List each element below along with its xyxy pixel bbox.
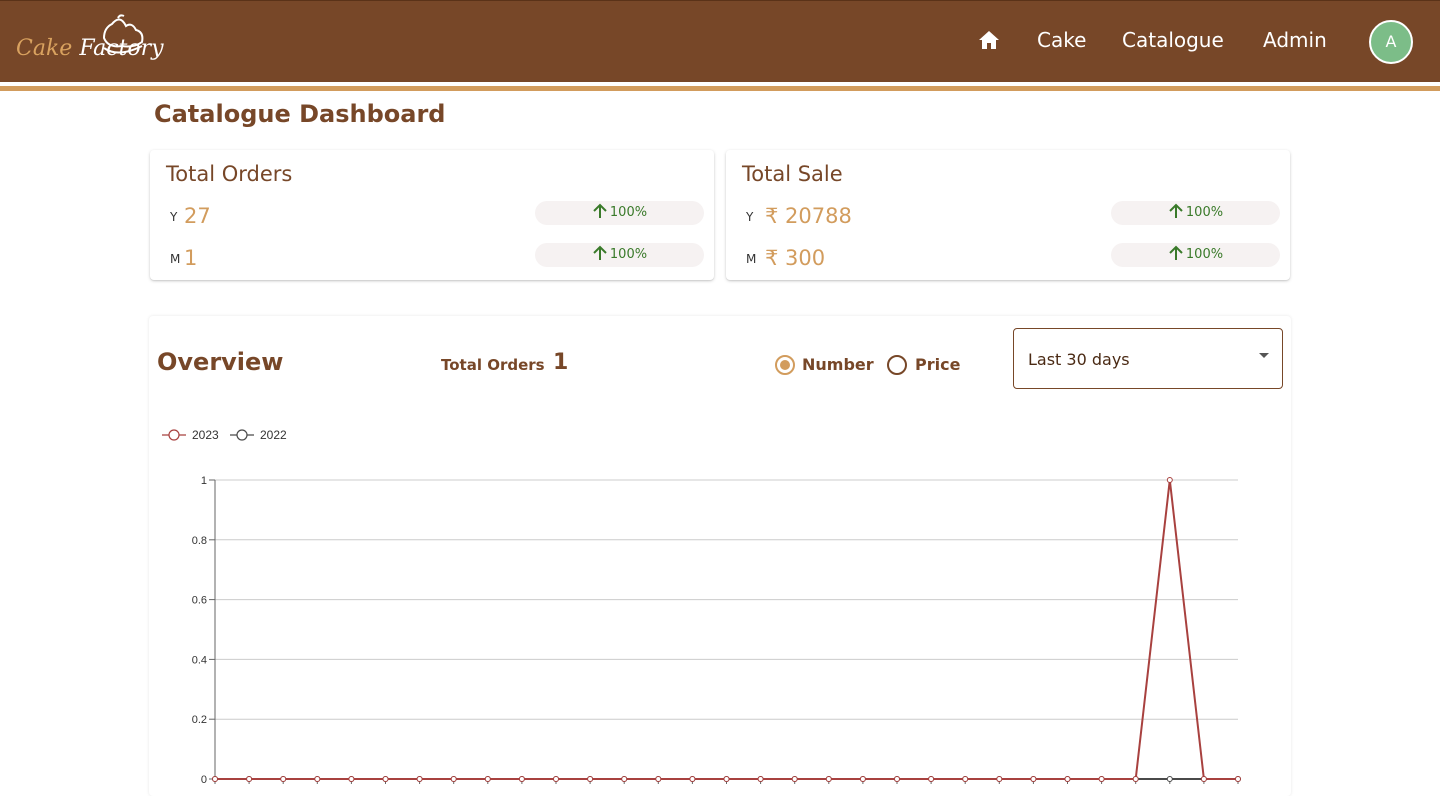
home-icon[interactable]: [978, 30, 1000, 50]
data-point-2023: [314, 776, 321, 782]
arrow-up-icon: [593, 245, 607, 260]
data-point-2023: [791, 776, 798, 782]
year-orders-value: 27: [184, 204, 211, 228]
logo-word-factory: Factory: [79, 36, 164, 61]
year-change-badge: 100%: [535, 201, 704, 225]
radio-price-label[interactable]: Price: [915, 355, 960, 374]
month-label: M: [746, 252, 757, 266]
overview-total-orders-label: Total Orders: [441, 356, 545, 374]
year-change-badge: 100%: [1111, 201, 1280, 225]
data-point-2023: [553, 776, 559, 782]
chart-axes: [214, 480, 1239, 784]
data-point-2023: [1235, 776, 1241, 782]
data-point-2023: [1098, 776, 1105, 782]
radio-number[interactable]: [775, 355, 795, 375]
data-point-2023: [280, 776, 287, 782]
data-point-2023: [382, 776, 389, 782]
year-change-value: 100%: [1185, 205, 1224, 220]
data-point-2023: [859, 776, 866, 782]
month-change-badge: 100%: [535, 243, 704, 267]
year-label: Y: [746, 210, 754, 224]
data-point-2023: [1064, 776, 1071, 782]
data-point-2023: [996, 776, 1003, 782]
y-tick-label: 0.2: [192, 714, 207, 726]
data-point-2023: [246, 776, 253, 782]
date-range-select[interactable]: Last 30 days: [1013, 328, 1283, 389]
dropdown-arrow-icon: [1259, 353, 1269, 358]
chart-grid: [215, 479, 1238, 780]
data-point-2023: [450, 776, 457, 782]
total-orders-card: Total Orders Y 27 100% M 1 100%: [150, 150, 714, 280]
legend-label: 2023: [192, 428, 219, 442]
month-label: M: [170, 252, 181, 266]
month-orders-value: 1: [184, 246, 198, 270]
data-point-2023: [484, 776, 491, 782]
data-point-2023: [962, 776, 969, 782]
radio-price[interactable]: [887, 355, 907, 375]
date-range-value: Last 30 days: [1028, 350, 1130, 369]
data-point-2023: [518, 776, 525, 782]
month-change-value: 100%: [609, 247, 648, 262]
data-point-2023: [621, 776, 628, 782]
data-point-2023: [1030, 776, 1037, 782]
data-point-2023: [655, 776, 662, 782]
data-point-2022: [1166, 776, 1173, 782]
data-point-2023: [723, 776, 730, 782]
overview-total-orders-value: 1: [553, 350, 569, 375]
overview-line-chart: 2023 2022 0 0.2 0.4 0.6 0.8 1: [162, 428, 1241, 785]
series-line-2023: [215, 479, 1238, 780]
chart-legend: 2023 2022: [162, 428, 287, 442]
y-tick-label: 0.6: [192, 595, 207, 607]
card-title: Total Orders: [166, 162, 293, 186]
nav-catalogue[interactable]: Catalogue: [1122, 28, 1224, 52]
month-change-value: 100%: [1185, 247, 1224, 262]
legend-marker: [168, 429, 180, 441]
radio-number-label[interactable]: Number: [802, 355, 874, 374]
arrow-up-icon: [1169, 245, 1183, 260]
data-point-2023: [1132, 776, 1139, 782]
y-tick-label: 1: [201, 475, 207, 487]
y-tick-label: 0.4: [192, 654, 207, 666]
top-navbar: [0, 0, 1440, 82]
month-sale-value: ₹ 300: [765, 246, 826, 270]
arrow-up-icon: [1169, 203, 1183, 218]
data-point-2023: [757, 776, 764, 782]
y-tick-label: 0: [201, 774, 207, 785]
data-point-2023: [1166, 477, 1173, 483]
card-title: Total Sale: [742, 162, 843, 186]
data-point-2023: [348, 776, 355, 782]
year-change-value: 100%: [609, 205, 648, 220]
overview-title: Overview: [157, 348, 284, 376]
legend-label: 2022: [260, 428, 287, 442]
month-change-badge: 100%: [1111, 243, 1280, 267]
user-avatar[interactable]: A: [1369, 20, 1413, 64]
nav-admin[interactable]: Admin: [1263, 28, 1327, 52]
logo-wordmark: Cake Factory: [16, 36, 164, 61]
y-tick-label: 0.8: [192, 535, 207, 547]
data-point-2023: [928, 776, 935, 782]
data-point-2023: [894, 776, 900, 782]
data-point-2023: [825, 776, 832, 782]
data-point-2023: [587, 776, 594, 782]
arrow-up-icon: [593, 203, 607, 218]
y-axis-ticks: 0 0.2 0.4 0.6 0.8 1: [192, 475, 215, 785]
legend-marker: [236, 429, 248, 441]
data-point-2023: [1200, 776, 1207, 782]
data-point-2023: [416, 776, 423, 782]
page-title: Catalogue Dashboard: [154, 100, 446, 128]
navbar-divider-gold: [0, 86, 1440, 91]
data-point-2023: [212, 776, 218, 782]
nav-cake[interactable]: Cake: [1037, 28, 1086, 52]
year-sale-value: ₹ 20788: [765, 204, 852, 228]
logo-word-cake: Cake: [16, 36, 73, 61]
chart-series: [212, 477, 1241, 782]
data-point-2023: [689, 776, 696, 782]
year-label: Y: [170, 210, 178, 224]
total-sale-card: Total Sale Y ₹ 20788 100% M ₹ 300 100%: [726, 150, 1290, 280]
